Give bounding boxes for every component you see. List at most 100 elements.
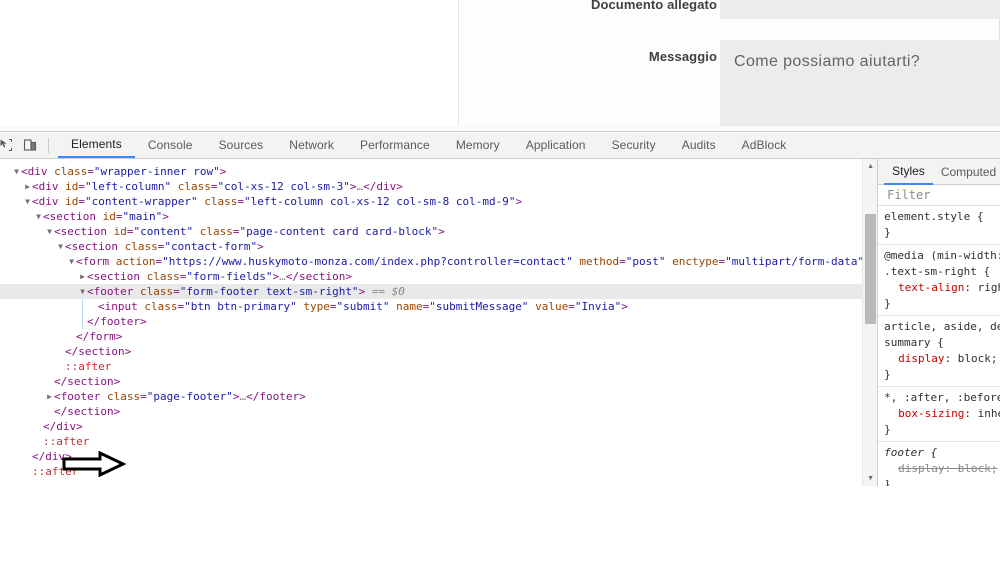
- dom-node[interactable]: <footer class="form-footer text-sm-right…: [0, 284, 877, 299]
- dom-node[interactable]: ::after: [0, 434, 877, 449]
- style-value[interactable]: : block;: [944, 462, 997, 475]
- twisty-expanded-icon[interactable]: [23, 194, 32, 209]
- style-value[interactable]: : inhe: [964, 407, 1000, 420]
- tab-sources[interactable]: Sources: [206, 132, 277, 158]
- dom-node-markup: <footer class="page-footer">…</footer>: [54, 390, 306, 403]
- dom-node-markup: </section>: [54, 405, 120, 418]
- style-rule-close-brace: }: [884, 477, 1000, 486]
- dom-node-markup: ::after: [32, 465, 78, 478]
- dom-node[interactable]: <form action="https://www.huskymoto-monz…: [0, 254, 877, 269]
- dom-node[interactable]: </div>: [0, 419, 877, 434]
- style-rule-selector: article, aside, det: [884, 319, 1000, 335]
- tab-console[interactable]: Console: [135, 132, 206, 158]
- style-property[interactable]: display: [884, 351, 944, 367]
- dom-node[interactable]: </section>: [0, 374, 877, 389]
- twisty-expanded-icon[interactable]: [34, 209, 43, 224]
- style-rule[interactable]: footer {display: block;}: [878, 442, 1000, 486]
- twisty-collapsed-icon[interactable]: [78, 269, 87, 284]
- dom-node-markup: <div id="left-column" class="col-xs-12 c…: [32, 180, 403, 193]
- twisty-expanded-icon[interactable]: [78, 284, 87, 299]
- twisty-collapsed-icon[interactable]: [23, 179, 32, 194]
- styles-filter-bar[interactable]: Filter: [878, 185, 1000, 206]
- dom-node-markup: ::after: [43, 435, 89, 448]
- tab-memory[interactable]: Memory: [443, 132, 513, 158]
- tab-adblock[interactable]: AdBlock: [729, 132, 800, 158]
- inspect-element-icon[interactable]: [0, 133, 18, 157]
- dom-node[interactable]: <div id="left-column" class="col-xs-12 c…: [0, 179, 877, 194]
- style-rule[interactable]: element.style {}: [878, 206, 1000, 245]
- styles-pane: Styles Computed Filter element.style {}@…: [877, 159, 1000, 486]
- dom-tree[interactable]: <div class="wrapper-inner row"><div id="…: [0, 159, 877, 479]
- device-toolbar-icon[interactable]: [18, 133, 42, 157]
- dom-node-markup: ::after: [65, 360, 111, 373]
- style-value[interactable]: : block;: [944, 352, 997, 365]
- scroll-down-icon[interactable]: ▼: [863, 471, 877, 486]
- twisty-expanded-icon[interactable]: [45, 224, 54, 239]
- dom-node-markup: <div id="content-wrapper" class="left-co…: [32, 195, 522, 208]
- style-rule-close-brace: }: [884, 225, 1000, 241]
- dom-node[interactable]: </form>: [0, 329, 877, 344]
- tab-styles[interactable]: Styles: [884, 159, 933, 185]
- label-documento-allegato: Documento allegato: [459, 0, 717, 13]
- style-rule-selector: element.style {: [884, 209, 1000, 225]
- style-rule-selector-cont: .text-sm-right {: [884, 264, 1000, 280]
- scrollbar-thumb[interactable]: [865, 214, 876, 324]
- dom-node[interactable]: ::after: [0, 464, 877, 479]
- tab-security[interactable]: Security: [599, 132, 669, 158]
- dom-node[interactable]: <div id="content-wrapper" class="left-co…: [0, 194, 877, 209]
- tab-audits[interactable]: Audits: [669, 132, 729, 158]
- tab-application[interactable]: Application: [513, 132, 599, 158]
- dom-node[interactable]: </div>: [0, 449, 877, 464]
- twisty-expanded-icon[interactable]: [56, 239, 65, 254]
- style-declaration[interactable]: display: block;: [884, 351, 1000, 367]
- devtools-toolbar: Elements Console Sources Network Perform…: [0, 132, 1000, 159]
- dom-node[interactable]: <section id="content" class="page-conten…: [0, 224, 877, 239]
- file-upload-field[interactable]: [720, 0, 1000, 19]
- dom-node[interactable]: <section class="form-fields">…</section>: [0, 269, 877, 284]
- twisty-expanded-icon[interactable]: [67, 254, 76, 269]
- style-rule[interactable]: article, aside, detsummary {display: blo…: [878, 316, 1000, 387]
- devtools-body: <div class="wrapper-inner row"><div id="…: [0, 159, 1000, 486]
- style-rule-selector: footer {: [884, 445, 1000, 461]
- style-rule[interactable]: *, :after, :beforebox-sizing: inhe}: [878, 387, 1000, 442]
- tab-performance[interactable]: Performance: [347, 132, 443, 158]
- dom-tree-pane[interactable]: <div class="wrapper-inner row"><div id="…: [0, 159, 877, 486]
- dom-node-markup: <section class="contact-form">: [65, 240, 264, 253]
- dom-tree-scrollbar[interactable]: ▲ ▼: [862, 159, 877, 486]
- style-declaration[interactable]: box-sizing: inhe: [884, 406, 1000, 422]
- message-textarea[interactable]: Come possiamo aiutarti?: [720, 40, 1000, 131]
- dom-node[interactable]: <section class="contact-form">: [0, 239, 877, 254]
- style-declaration[interactable]: display: block;: [884, 461, 1000, 477]
- twisty-expanded-icon[interactable]: [12, 164, 21, 179]
- tab-elements[interactable]: Elements: [58, 132, 135, 158]
- dom-node-markup: <section id="main">: [43, 210, 169, 223]
- dom-node[interactable]: <section id="main">: [0, 209, 877, 224]
- dom-node[interactable]: </section>: [0, 344, 877, 359]
- toolbar-separator: [48, 138, 49, 153]
- dom-node[interactable]: <input class="btn btn-primary" type="sub…: [0, 299, 877, 314]
- tab-computed[interactable]: Computed: [933, 159, 1000, 185]
- style-rule-close-brace: }: [884, 367, 1000, 383]
- dom-node[interactable]: <div class="wrapper-inner row">: [0, 164, 877, 179]
- dom-node[interactable]: </footer>: [0, 314, 877, 329]
- dom-node-markup: <input class="btn btn-primary" type="sub…: [98, 300, 628, 313]
- style-rule-close-brace: }: [884, 296, 1000, 312]
- dom-node[interactable]: </section>: [0, 404, 877, 419]
- twisty-collapsed-icon[interactable]: [45, 389, 54, 404]
- style-declaration[interactable]: text-align: righ: [884, 280, 1000, 296]
- style-rule-selector-cont: summary {: [884, 335, 1000, 351]
- message-placeholder: Come possiamo aiutarti?: [734, 53, 920, 71]
- styles-rules-list: element.style {}@media (min-width:.text-…: [878, 206, 1000, 486]
- style-rule-selector: *, :after, :before: [884, 390, 1000, 406]
- style-property[interactable]: box-sizing: [884, 406, 964, 422]
- label-messaggio: Messaggio: [459, 48, 717, 65]
- style-property[interactable]: display: [884, 461, 944, 477]
- devtools-panel: Elements Console Sources Network Perform…: [0, 131, 1000, 486]
- style-value[interactable]: : righ: [964, 281, 1000, 294]
- dom-node[interactable]: ::after: [0, 359, 877, 374]
- style-rule[interactable]: @media (min-width:.text-sm-right {text-a…: [878, 245, 1000, 316]
- style-property[interactable]: text-align: [884, 280, 964, 296]
- tab-network[interactable]: Network: [276, 132, 347, 158]
- scroll-up-icon[interactable]: ▲: [863, 159, 877, 174]
- dom-node[interactable]: <footer class="page-footer">…</footer>: [0, 389, 877, 404]
